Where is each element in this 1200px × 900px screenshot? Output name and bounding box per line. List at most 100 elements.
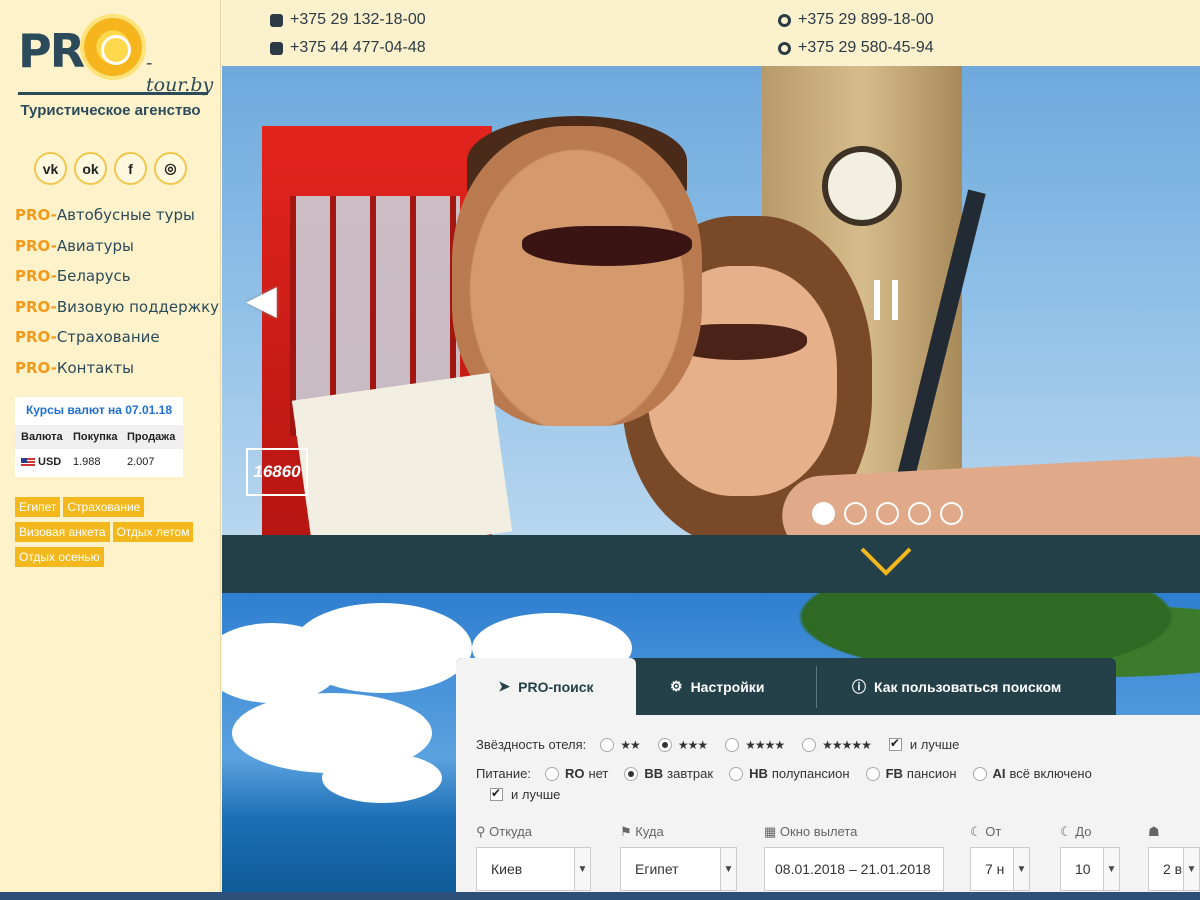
menu-item-visa[interactable]: PRO-Визовую поддержку (15, 298, 219, 329)
meal-bb-radio[interactable] (624, 766, 639, 781)
menu-label: Визовую поддержку (56, 297, 220, 316)
meal-ro-radio[interactable] (544, 766, 559, 781)
stars-3-radio[interactable] (657, 737, 672, 752)
dates-label-text: Окно вылета (779, 824, 858, 839)
tag-insurance[interactable]: Страхование (63, 497, 145, 517)
meal-hb-radio[interactable] (729, 766, 744, 781)
tag-cloud: Египет Страхование Визовая анкета Отдых лет… (15, 497, 205, 572)
to-select[interactable]: Египет ▼ (620, 847, 737, 891)
nights-to-label-text: До (1075, 824, 1092, 839)
pause-icon[interactable] (874, 280, 898, 320)
slider-dot-2[interactable] (844, 502, 867, 525)
cloud (292, 603, 472, 693)
chevron-down-icon: ▼ (1013, 848, 1029, 890)
chevron-down-icon[interactable] (860, 545, 912, 577)
rates-currency: USD (15, 449, 69, 475)
vk-icon[interactable]: vk (34, 152, 67, 185)
stars-4-radio[interactable] (725, 737, 740, 752)
slider-dot-5[interactable] (940, 502, 963, 525)
facebook-icon[interactable]: f (114, 152, 147, 185)
meal-name: всё включено (1009, 766, 1092, 781)
nights-from-label-text: От (985, 824, 1002, 839)
from-select[interactable]: Киев ▼ (476, 847, 591, 891)
prev-slide-icon[interactable]: ◀ (246, 280, 282, 320)
meal-code: BB (644, 766, 664, 781)
meal-row: Питание: RO нет BB завтрак HB полупансион F… (476, 766, 1108, 781)
logo-underline (18, 92, 208, 95)
us-flag-icon (21, 457, 35, 467)
stars-better-checkbox[interactable] (888, 736, 902, 751)
menu-label: Авиатуры (56, 236, 134, 255)
stars-4-label: ★★★★ (745, 737, 785, 752)
main-menu: PRO-Автобусные туры PRO-Авиатуры PRO-Бел… (15, 206, 219, 389)
menu-item-contacts[interactable]: PRO-Контакты (15, 359, 219, 390)
meal-name: полупансион (771, 766, 850, 781)
menu-item-belarus[interactable]: PRO-Беларусь (15, 267, 219, 298)
meal-better-checkbox[interactable] (490, 786, 503, 801)
from-label: ⚲ Откуда (476, 824, 532, 839)
adults-select[interactable]: 2 в ▼ (1148, 847, 1200, 891)
logo[interactable]: PRO - tour.by (16, 14, 216, 106)
rates-header-sell: Продажа (127, 431, 176, 443)
cloud (322, 753, 442, 803)
stars-3-label: ★★★ (677, 737, 708, 752)
gears-icon: ⚙ (670, 678, 683, 694)
rates-header-row: Валюта Покупка Продажа (15, 425, 183, 449)
tag-summer[interactable]: Отдых летом (112, 522, 194, 542)
paper-plane-icon: ➤ (498, 678, 511, 694)
tab-pro-search[interactable]: ➤ PRO-поиск (456, 658, 636, 715)
tab-how-to-search[interactable]: ⓘ Как пользоваться поиском (852, 658, 1061, 715)
meal-code: RO (564, 766, 585, 781)
dates-input[interactable]: 08.01.2018 – 21.01.2018 (764, 847, 944, 891)
search-tabs: ➤ PRO-поиск ⚙ Настройки ⓘ Как пользоваться … (456, 658, 1116, 715)
slider-dot-1[interactable] (812, 502, 835, 525)
chevron-down-icon: ▼ (574, 848, 590, 890)
from-label-text: Откуда (489, 824, 532, 839)
menu-prefix: PRO- (15, 297, 57, 316)
phone-number: +375 29 580-45-94 (798, 39, 934, 56)
meal-better-label: и лучше (511, 787, 561, 802)
meal-bb-label: BB завтрак (644, 766, 713, 781)
stars-5-radio[interactable] (802, 737, 817, 752)
chevron-down-icon: ▼ (1103, 848, 1119, 890)
meal-fb-label: FB пансион (886, 766, 957, 781)
phone-mts-1[interactable]: +375 29 899-18-00 (778, 11, 934, 29)
phone-mts-2[interactable]: +375 29 580-45-94 (778, 39, 934, 57)
rates-header-buy: Покупка (73, 431, 118, 443)
phone-viber-1[interactable]: +375 29 132-18-00 (270, 11, 426, 29)
tag-visa-form[interactable]: Визовая анкета (15, 522, 110, 542)
tab-settings[interactable]: ⚙ Настройки (670, 658, 764, 715)
nights-to-select[interactable]: 10 ▼ (1060, 847, 1120, 891)
menu-item-insurance[interactable]: PRO-Страхование (15, 328, 219, 359)
stars-2-radio[interactable] (600, 737, 615, 752)
slider-dot-3[interactable] (876, 502, 899, 525)
meal-name: нет (588, 766, 609, 781)
phone-viber-2[interactable]: +375 44 477-04-48 (270, 39, 426, 57)
menu-item-bus-tours[interactable]: PRO-Автобусные туры (15, 206, 219, 237)
rates-row-usd: USD 1.988 2.007 (15, 449, 183, 475)
meal-ai-radio[interactable] (972, 766, 987, 781)
menu-prefix: PRO- (15, 206, 57, 224)
tag-egypt[interactable]: Египет (15, 497, 61, 517)
meal-fb-radio[interactable] (865, 766, 880, 781)
menu-label: Автобусные туры (56, 206, 195, 224)
meal-label: Питание: (476, 766, 531, 781)
tag-autumn[interactable]: Отдых осенью (15, 547, 104, 567)
phone-number: +375 29 132-18-00 (290, 11, 426, 28)
viber-icon (270, 41, 283, 55)
nights-from-select[interactable]: 7 н ▼ (970, 847, 1030, 891)
chevron-down-icon: ▼ (720, 848, 736, 890)
meal-ai-label: AI всё включено (993, 766, 1092, 781)
odnoklassniki-icon[interactable]: ok (74, 152, 107, 185)
menu-item-air-tours[interactable]: PRO-Авиатуры (15, 237, 219, 268)
viber-icon (270, 13, 283, 27)
to-label: ⚑ Куда (620, 824, 664, 839)
hero-slider[interactable]: ◀ 16860 (222, 66, 1200, 535)
adults-value: 2 в (1163, 861, 1183, 877)
instagram-icon[interactable]: ◎ (154, 152, 187, 185)
stars-better-label: и лучше (909, 737, 960, 752)
menu-prefix: PRO- (15, 358, 57, 377)
currency-rates-widget: Курсы валют на 07.01.18 Валюта Покупка П… (15, 397, 183, 477)
slider-dot-4[interactable] (908, 502, 931, 525)
meal-ro-label: RO нет (565, 766, 608, 781)
